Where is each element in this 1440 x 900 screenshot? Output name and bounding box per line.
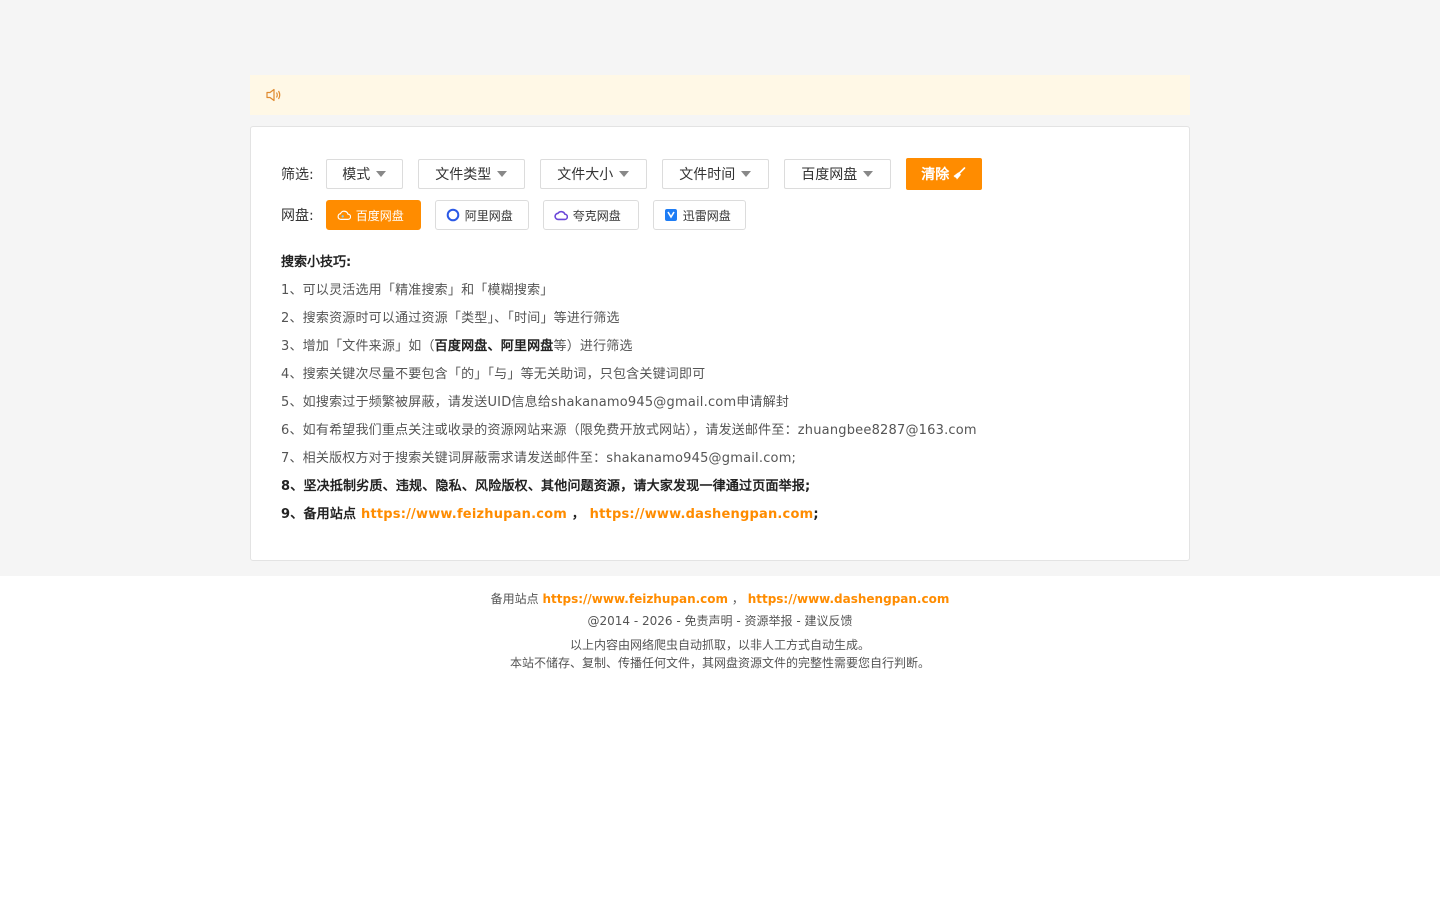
footer-backup-label: 备用站点 xyxy=(490,592,543,606)
copyright: @2014 - 2026 - xyxy=(587,614,685,628)
xunlei-drive-icon xyxy=(664,208,678,222)
clear-button[interactable]: 清除 xyxy=(905,158,982,190)
notice-bar xyxy=(250,75,1190,115)
disk-label: 网盘: xyxy=(281,208,314,224)
file-type-dropdown[interactable]: 文件类型 xyxy=(417,159,525,189)
caret-down-icon xyxy=(497,171,508,177)
footer: 备用站点 https://www.feizhupan.com ， https:/… xyxy=(0,588,1440,672)
disk-quark-button[interactable]: 夸克网盘 xyxy=(542,200,639,230)
report-link[interactable]: 资源举报 xyxy=(744,614,792,628)
speaker-icon xyxy=(266,87,284,103)
tip-3-prefix: 3、增加「文件来源」如（ xyxy=(281,339,435,354)
caret-down-icon xyxy=(619,171,630,177)
baidu-cloud-icon xyxy=(337,208,351,222)
disk-aliyun-label: 阿里网盘 xyxy=(464,208,513,223)
file-size-dropdown-label: 文件大小 xyxy=(557,167,614,183)
caret-down-icon xyxy=(863,171,874,177)
tip-5: 5、如搜索过于频繁被屏蔽，请发送UID信息给shakanamo945@gmail… xyxy=(281,395,790,410)
tip-2: 2、搜索资源时可以通过资源「类型」、「时间」等进行筛选 xyxy=(281,311,620,326)
footer-link-feizhupan[interactable]: https://www.feizhupan.com xyxy=(542,592,728,606)
footer-note-2: 本站不储存、复制、传播任何文件，其网盘资源文件的完整性需要您自行判断。 xyxy=(509,656,930,670)
disk-baidu-button[interactable]: 百度网盘 xyxy=(325,200,421,230)
tip-6: 6、如有希望我们重点关注或收录的资源网站来源（限免费开放式网站），请发送邮件至：… xyxy=(281,423,977,438)
file-time-dropdown-label: 文件时间 xyxy=(679,167,736,183)
disk-baidu-label: 百度网盘 xyxy=(355,208,404,223)
caret-down-icon xyxy=(741,171,752,177)
tips-title: 搜索小技巧: xyxy=(281,255,352,270)
disk-xunlei-button[interactable]: 迅雷网盘 xyxy=(652,200,746,230)
broom-icon xyxy=(952,167,966,181)
quark-drive-icon xyxy=(554,208,568,222)
disk-xunlei-label: 迅雷网盘 xyxy=(682,208,731,223)
footer-dash: - xyxy=(732,614,745,628)
tip-8: 8、坚决抵制劣质、违规、隐私、风险版权、其他问题资源，请大家发现一律通过页面举报… xyxy=(281,479,811,494)
tip-7: 7、相关版权方对于搜索关键词屏蔽需求请发送邮件至：shakanamo945@gm… xyxy=(281,451,797,466)
file-size-dropdown[interactable]: 文件大小 xyxy=(539,159,647,189)
file-type-dropdown-label: 文件类型 xyxy=(435,167,492,183)
aliyun-drive-icon xyxy=(446,208,460,222)
tip-3-baidu: 百度网盘 xyxy=(434,339,488,354)
footer-link-dashengpan[interactable]: https://www.dashengpan.com xyxy=(748,592,950,606)
tip-9-prefix: 9、备用站点 xyxy=(281,507,361,522)
footer-sep: ， xyxy=(728,592,748,606)
tip-3-aliyun: 阿里网盘 xyxy=(500,339,554,354)
tip-9-suffix: ; xyxy=(813,507,819,522)
tip-4: 4、搜索关键次尽量不要包含「的」「与」等无关助词，只包含关键词即可 xyxy=(281,367,706,382)
feedback-link[interactable]: 建议反馈 xyxy=(804,614,852,628)
tip-3-suffix: 等）进行筛选 xyxy=(553,339,633,354)
footer-dash: - xyxy=(792,614,805,628)
backup-link-dashengpan[interactable]: https://www.dashengpan.com xyxy=(590,507,814,522)
search-tips: 搜索小技巧: 1、可以灵活选用「精准搜索」和「模糊搜索」 2、搜索资源时可以通过… xyxy=(281,252,1161,532)
footer-links-line: @2014 - 2026 - 免责声明 - 资源举报 - 建议反馈 xyxy=(0,610,1440,632)
top-area: 筛选: 模式 文件类型 文件大小 文件时间 百度网盘 清除 网盘: 百度网盘 阿… xyxy=(0,0,1440,576)
filter-row: 筛选: 模式 文件类型 文件大小 文件时间 百度网盘 清除 xyxy=(281,157,982,191)
footer-backup-line: 备用站点 https://www.feizhupan.com ， https:/… xyxy=(0,588,1440,610)
tip-3-sep: 、 xyxy=(487,339,501,354)
disk-aliyun-button[interactable]: 阿里网盘 xyxy=(434,200,529,230)
filter-label: 筛选: xyxy=(281,167,314,183)
tip-1: 1、可以灵活选用「精准搜索」和「模糊搜索」 xyxy=(281,283,554,298)
disclaimer-link[interactable]: 免责声明 xyxy=(685,614,733,628)
tip-9: 9、备用站点 https://www.feizhupan.com ， https… xyxy=(281,504,1161,532)
backup-link-feizhupan[interactable]: https://www.feizhupan.com xyxy=(361,507,567,522)
caret-down-icon xyxy=(376,171,387,177)
tip-9-sep: ， xyxy=(567,507,590,522)
mode-dropdown-label: 模式 xyxy=(342,167,371,183)
search-panel: 筛选: 模式 文件类型 文件大小 文件时间 百度网盘 清除 网盘: 百度网盘 阿… xyxy=(250,126,1190,561)
mode-dropdown[interactable]: 模式 xyxy=(325,159,403,189)
clear-button-label: 清除 xyxy=(921,167,950,183)
tip-3: 3、增加「文件来源」如（百度网盘、阿里网盘等）进行筛选 xyxy=(281,336,1161,364)
disk-source-dropdown-label: 百度网盘 xyxy=(801,167,858,183)
footer-note-1: 以上内容由网络爬虫自动抓取，以非人工方式自动生成。 xyxy=(569,638,870,652)
disk-source-dropdown[interactable]: 百度网盘 xyxy=(783,159,891,189)
file-time-dropdown[interactable]: 文件时间 xyxy=(661,159,769,189)
disk-quark-label: 夸克网盘 xyxy=(572,208,621,223)
disk-row: 网盘: 百度网盘 阿里网盘 夸克网盘 迅雷网盘 xyxy=(281,199,760,231)
